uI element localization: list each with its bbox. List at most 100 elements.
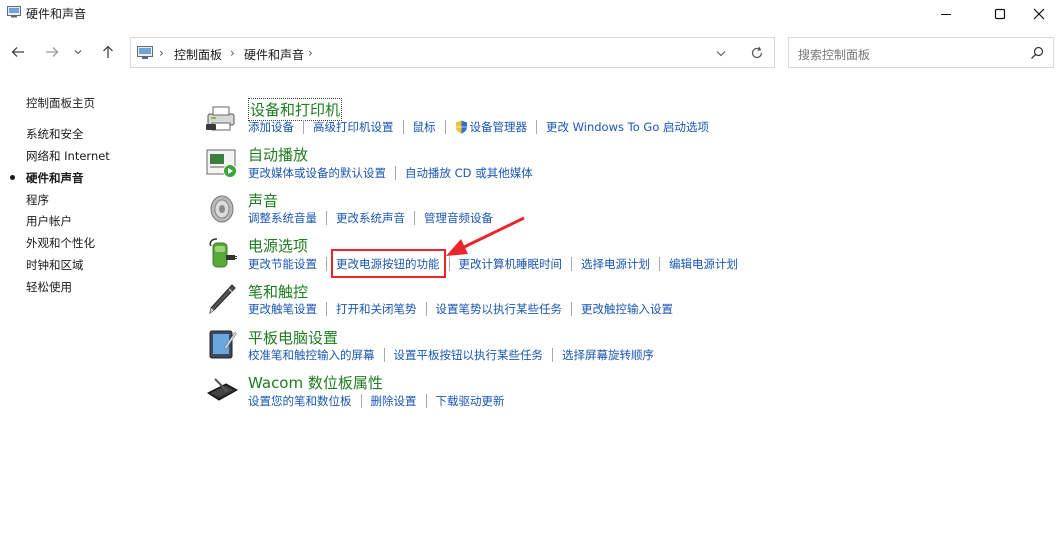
link-change-system-sounds[interactable]: 更改系统声音 [336,210,405,226]
sidebar-item-hardware-sound[interactable]: 硬件和声音 [26,170,84,186]
sidebar-item-ease-of-access[interactable]: 轻松使用 [26,279,72,295]
sidebar-item-appearance[interactable]: 外观和个性化 [26,235,95,251]
link-separator [326,257,327,271]
sidebar-item-clock-region[interactable]: 时钟和区域 [26,257,84,273]
active-bullet [10,175,15,180]
breadcrumb-separator: › [308,46,313,60]
link-device-manager[interactable]: 设备管理器 [470,119,528,135]
window-title: 硬件和声音 [26,7,87,21]
maximize-icon [994,8,1006,20]
sidebar-item-system-security[interactable]: 系统和安全 [26,126,84,142]
link-change-media-defaults[interactable]: 更改媒体或设备的默认设置 [248,165,386,181]
sidebar-item-network-internet[interactable]: 网络和 Internet [26,148,110,164]
control-panel-icon [7,6,21,18]
link-separator [444,120,446,134]
search-box[interactable]: 搜索控制面板 [788,37,1054,68]
link-separator [303,120,304,134]
category-title-sound[interactable]: 声音 [248,190,278,211]
wacom-tablet-icon [206,378,239,401]
link-choose-power-plan[interactable]: 选择电源计划 [581,256,650,272]
category-title-autoplay[interactable]: 自动播放 [248,144,308,165]
link-set-flicks-tasks[interactable]: 设置笔势以执行某些任务 [436,301,563,317]
up-button[interactable] [96,40,120,64]
category-links-autoplay: 更改媒体或设备的默认设置 自动播放 CD 或其他媒体 [248,165,533,181]
recent-locations-button[interactable] [68,40,88,64]
speaker-icon [210,195,234,223]
breadcrumb-control-panel[interactable]: 控制面板 [174,46,222,63]
link-advanced-printer-setup[interactable]: 高级打印机设置 [313,119,394,135]
search-input[interactable]: 搜索控制面板 [798,46,870,63]
address-bar[interactable]: › 控制面板 › 硬件和声音 › [130,37,775,68]
link-mouse[interactable]: 鼠标 [413,119,436,135]
link-separator [360,394,362,408]
arrow-left-icon [11,47,24,57]
link-separator [552,348,553,362]
sidebar-item-user-accounts[interactable]: 用户帐户 [26,213,72,229]
refresh-icon[interactable] [750,46,764,60]
close-icon [1033,8,1045,20]
link-separator [326,302,327,316]
pen-icon [209,284,236,315]
minimize-icon [941,14,951,15]
category-links-tablet-settings: 校准笔和触控输入的屏幕 设置平板按钮以执行某些任务 选择屏幕旋转顺序 [248,347,654,363]
sidebar-home-link[interactable]: 控制面板主页 [26,95,95,111]
category-title-devices-printers[interactable]: 设备和打印机 [248,98,343,121]
category-links-power-options: 更改节能设置 更改电源按钮的功能 更改计算机睡眠时间 选择电源计划 编辑电源计划 [248,256,738,272]
link-add-device[interactable]: 添加设备 [248,119,294,135]
back-button[interactable] [6,40,30,64]
link-separator [383,348,385,362]
link-separator [571,257,572,271]
category-links-devices-printers: 添加设备 高级打印机设置 鼠标 设备管理器 更改 Windows To Go 启动选项 [248,119,709,135]
link-separator [571,302,572,316]
link-separator [536,120,537,134]
category-links-wacom: 设置您的笔和数位板 删除设置 下载驱动更新 [248,393,505,409]
link-download-driver-update[interactable]: 下载驱动更新 [436,393,505,409]
close-button[interactable] [1016,0,1062,28]
chevron-down-icon [74,50,82,55]
search-icon[interactable] [1030,46,1044,60]
category-title-power-options[interactable]: 电源选项 [248,235,308,256]
power-options-icon [209,238,237,268]
category-links-pen-touch: 更改触笔设置 打开和关闭笔势 设置笔势以执行某些任务 更改触控输入设置 [248,301,673,317]
link-flicks-toggle[interactable]: 打开和关闭笔势 [336,301,417,317]
link-change-touch-input[interactable]: 更改触控输入设置 [581,301,673,317]
category-title-tablet-settings[interactable]: 平板电脑设置 [248,327,338,348]
link-delete-settings[interactable]: 删除设置 [371,393,417,409]
forward-button[interactable] [40,40,64,64]
breadcrumb-separator: › [230,46,235,60]
link-separator [414,211,415,225]
link-change-power-saving[interactable]: 更改节能设置 [248,256,317,272]
link-separator [425,394,427,408]
annotation-arrow-icon [446,216,525,256]
control-panel-icon [137,46,153,59]
link-calibrate-screen[interactable]: 校准笔和触控输入的屏幕 [248,347,375,363]
sidebar-item-programs[interactable]: 程序 [26,192,49,208]
breadcrumb-hardware-sound[interactable]: 硬件和声音 [244,46,304,63]
category-title-wacom[interactable]: Wacom 数位板属性 [248,372,383,393]
link-change-pen-settings[interactable]: 更改触笔设置 [248,301,317,317]
title-bar: 硬件和声音 [0,0,1062,28]
link-setup-pen-tablet[interactable]: 设置您的笔和数位板 [248,393,352,409]
link-edit-power-plan[interactable]: 编辑电源计划 [669,256,738,272]
autoplay-icon [206,149,237,178]
chevron-down-icon[interactable] [716,50,726,57]
category-title-pen-touch[interactable]: 笔和触控 [248,281,308,302]
link-separator [402,120,404,134]
link-windows-to-go[interactable]: 更改 Windows To Go 启动选项 [546,119,709,135]
link-adjust-volume[interactable]: 调整系统音量 [248,210,317,226]
breadcrumb-separator: › [159,46,164,60]
shield-icon [455,120,467,134]
printer-icon [206,106,235,131]
link-separator [425,302,427,316]
link-separator [395,166,396,180]
link-change-sleep-time[interactable]: 更改计算机睡眠时间 [459,256,563,272]
minimize-button[interactable] [923,0,969,28]
link-autoplay-cd[interactable]: 自动播放 CD 或其他媒体 [405,165,533,181]
arrow-up-icon [103,45,113,58]
tablet-icon [209,330,237,359]
link-separator [448,257,450,271]
link-separator [326,211,327,225]
link-set-tablet-buttons[interactable]: 设置平板按钮以执行某些任务 [394,347,544,363]
arrow-right-icon [46,47,59,57]
link-screen-rotation[interactable]: 选择屏幕旋转顺序 [562,347,654,363]
